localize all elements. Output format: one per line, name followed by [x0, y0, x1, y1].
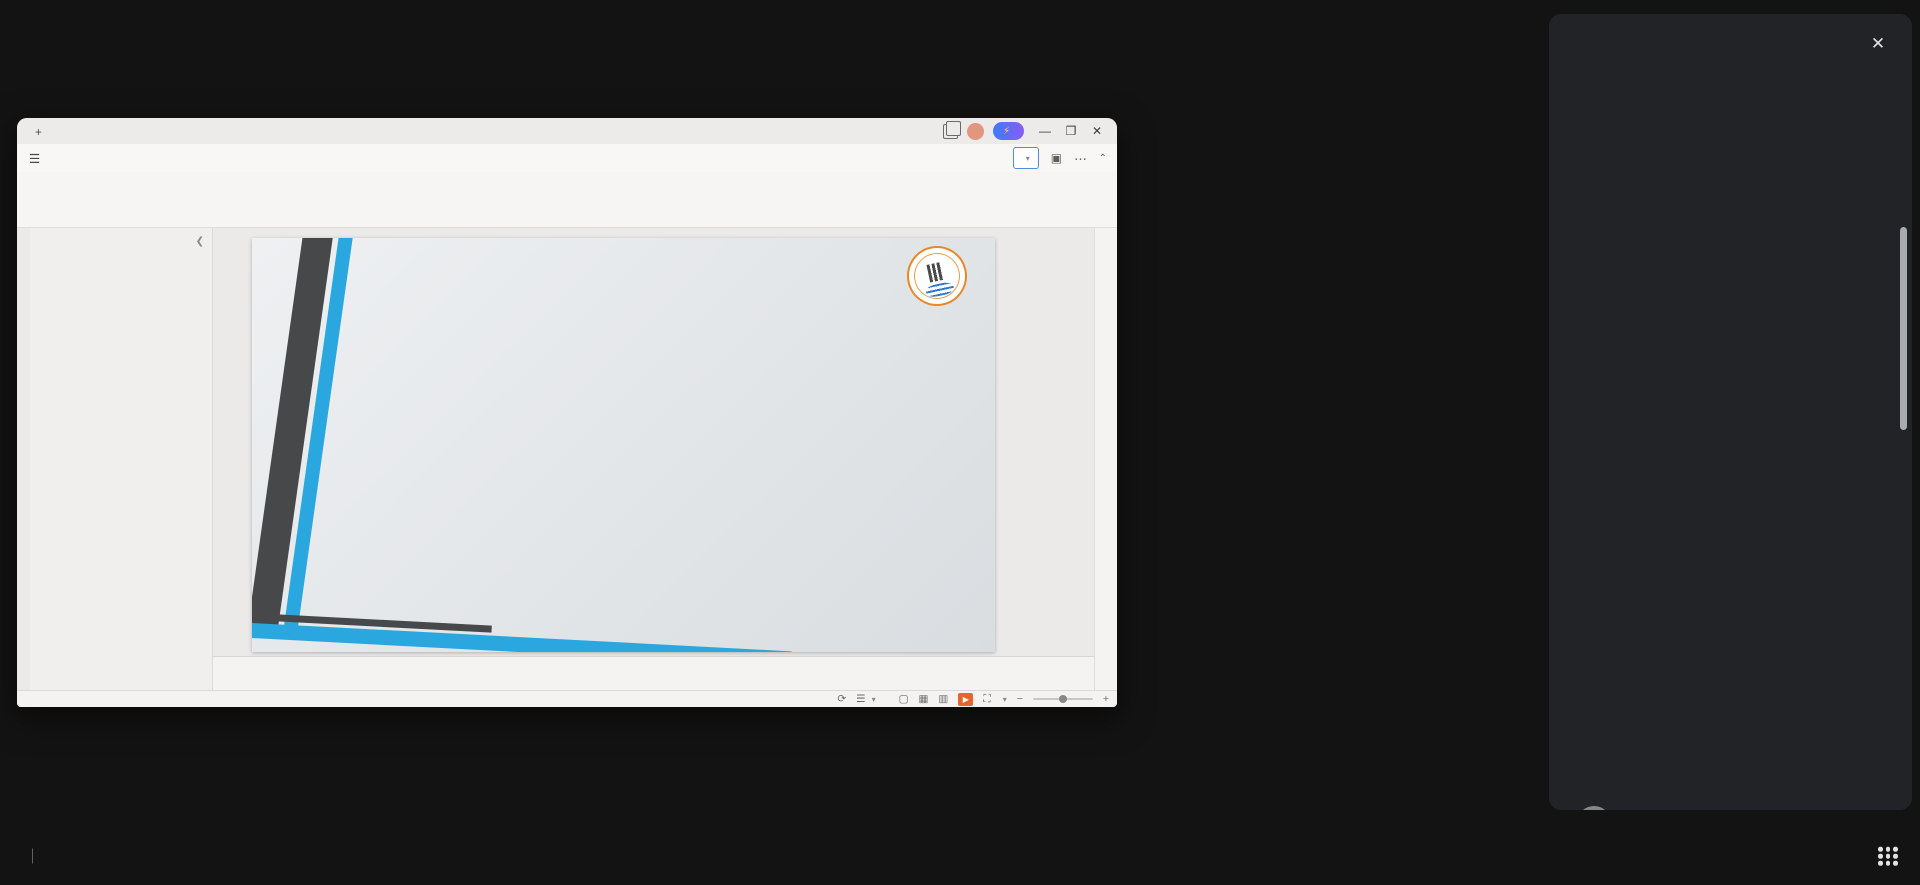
slide-canvas[interactable]: [213, 228, 1095, 690]
notes-area[interactable]: [213, 656, 1095, 690]
normal-view-icon[interactable]: ▢: [899, 693, 909, 705]
wps-workarea: ❮: [17, 228, 1117, 690]
tab-list-icon[interactable]: [943, 124, 958, 139]
close-panel-button[interactable]: ✕: [1864, 30, 1892, 58]
share-button[interactable]: ▾: [1013, 147, 1039, 169]
university-logo: [901, 240, 972, 311]
wps-ribbon: [17, 172, 1117, 228]
close-button[interactable]: ✕: [1085, 120, 1109, 142]
fit-slide-icon[interactable]: ⛶: [983, 693, 990, 706]
wps-menubar: ☰ ▾ ▣ ⋯ ⌃: [17, 144, 1117, 173]
ribbon-layout-icon[interactable]: ▣: [1051, 151, 1062, 165]
zoom-level[interactable]: ▾: [1001, 695, 1007, 704]
meet-app: + ⚡ — ❐ ✕ ☰ ▾ ▣ ⋯ ⌃: [0, 0, 1920, 885]
upgrade-button[interactable]: ⚡: [993, 122, 1024, 140]
bolt-icon: ⚡: [1003, 126, 1010, 137]
participants-panel: ✕: [1549, 14, 1912, 810]
meet-bottom-bar: [0, 827, 1920, 885]
reading-view-icon[interactable]: ▥: [938, 693, 948, 705]
hamburger-icon: ☰: [29, 151, 40, 166]
wps-office-window: + ⚡ — ❐ ✕ ☰ ▾ ▣ ⋯ ⌃: [17, 118, 1117, 707]
account-avatar[interactable]: [967, 123, 984, 140]
zoom-in-button[interactable]: +: [1103, 693, 1109, 705]
sorter-view-icon[interactable]: ▦: [919, 693, 929, 705]
rotate-icon[interactable]: ⟳: [837, 693, 846, 705]
restore-button[interactable]: ❐: [1059, 120, 1083, 142]
right-tool-strip: [1094, 228, 1117, 690]
divider: [32, 849, 33, 864]
avatar: [1577, 806, 1611, 810]
collapse-panel-icon[interactable]: ❮: [196, 236, 204, 247]
slideshow-play-button[interactable]: ▶: [958, 693, 973, 706]
wps-tabbar: + ⚡ — ❐ ✕: [17, 118, 1117, 144]
panel-scrollbar[interactable]: [1900, 227, 1907, 430]
slide-decor-blue-strip: [252, 622, 792, 652]
wps-statusbar: ⟳ ☰▾ ▢ ▦ ▥ ▶ ⛶ ▾ − +: [17, 690, 1117, 707]
file-menu[interactable]: ☰: [17, 151, 55, 166]
minimize-button[interactable]: —: [1033, 120, 1057, 142]
notes-toggle[interactable]: ☰▾: [856, 693, 875, 705]
more-menu-icon[interactable]: ⋯: [1074, 151, 1087, 166]
activities-button[interactable]: [1878, 847, 1898, 866]
collapse-ribbon-icon[interactable]: ⌃: [1099, 153, 1107, 164]
zoom-slider[interactable]: [1033, 698, 1093, 700]
plus-icon: +: [35, 127, 42, 139]
slide-body-text[interactable]: [286, 398, 969, 412]
slide-panel: ❮: [30, 228, 213, 690]
current-slide[interactable]: [252, 238, 995, 652]
zoom-out-button[interactable]: −: [1017, 693, 1023, 705]
new-document-tab[interactable]: +: [25, 122, 58, 144]
